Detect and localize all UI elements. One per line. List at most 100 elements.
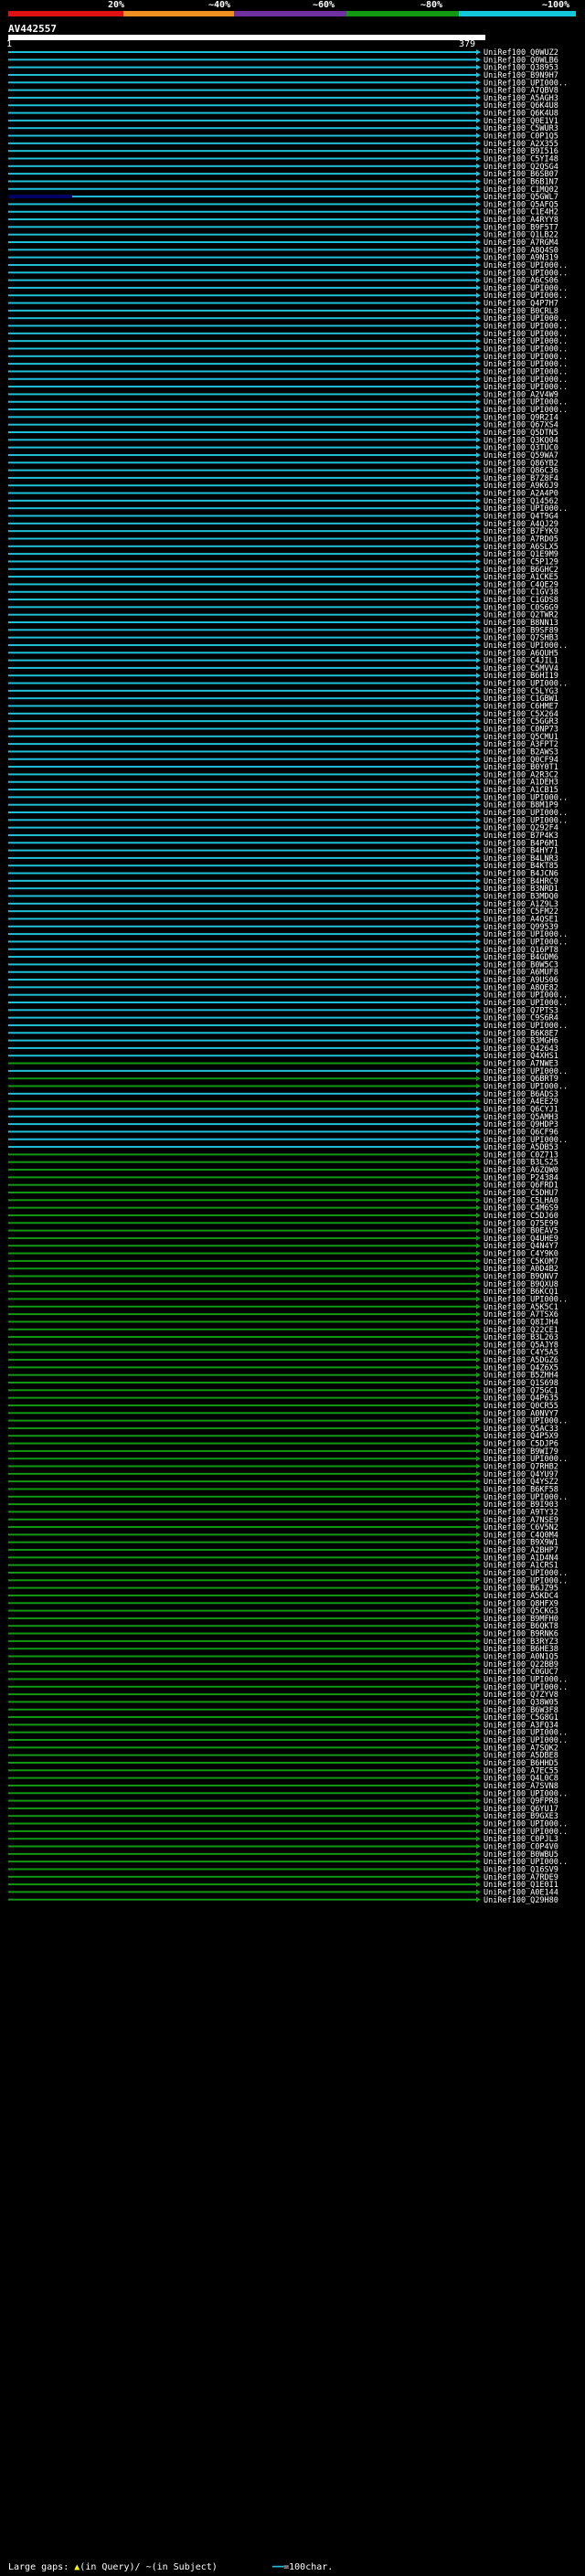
hit-row[interactable]: UniRef100_A5AGH3 xyxy=(8,94,558,103)
hit-row[interactable]: UniRef100_C4QE29 xyxy=(8,580,558,589)
hit-row[interactable]: UniRef100_Q0E1V1 xyxy=(8,117,558,126)
hit-bar[interactable] xyxy=(8,324,476,327)
hit-bar[interactable] xyxy=(8,142,476,144)
hit-bar[interactable] xyxy=(8,530,476,533)
hit-row[interactable]: UniRef100_A6CS06 xyxy=(8,277,558,286)
hit-row[interactable]: UniRef100_Q7RHB2 xyxy=(8,1463,558,1472)
hit-row[interactable]: UniRef100_Q86YB2 xyxy=(8,459,558,468)
hit-row[interactable]: UniRef100_Q6K4U8 xyxy=(8,101,558,111)
hit-bar[interactable] xyxy=(8,484,476,487)
hit-row[interactable]: UniRef100_A7NWE3 xyxy=(8,1060,558,1069)
hit-bar[interactable] xyxy=(8,173,476,175)
hit-bar[interactable] xyxy=(8,1009,476,1012)
hit-row[interactable]: UniRef100_A5DB53 xyxy=(8,1143,558,1152)
hit-row[interactable]: UniRef100_Q6CF96 xyxy=(8,1128,558,1137)
hit-bar[interactable] xyxy=(8,689,476,692)
hit-row[interactable]: UniRef100_C5WUR3 xyxy=(8,124,558,133)
hit-bar[interactable] xyxy=(8,1829,476,1832)
hit-bar[interactable] xyxy=(8,1259,476,1262)
hit-row[interactable]: UniRef100_Q38953 xyxy=(8,64,558,73)
hit-row[interactable]: UniRef100_A5DGZ6 xyxy=(8,1356,558,1365)
hit-bar[interactable] xyxy=(8,302,476,304)
hit-row[interactable]: UniRef100_A1Z9L3 xyxy=(8,900,558,909)
hit-row[interactable]: UniRef100_Q29H80 xyxy=(8,1896,558,1905)
hit-bar[interactable] xyxy=(8,963,476,966)
hit-bar[interactable] xyxy=(8,659,476,662)
hit-row[interactable]: UniRef100_Q4N4Y7 xyxy=(8,1242,558,1251)
hit-bar[interactable] xyxy=(8,674,476,677)
hit-bar[interactable] xyxy=(8,1055,476,1057)
hit-bar[interactable] xyxy=(8,1016,476,1019)
hit-row[interactable]: UniRef100_A2A4P0 xyxy=(8,490,558,499)
hit-bar[interactable] xyxy=(8,735,476,737)
hit-row[interactable]: UniRef100_A0E144 xyxy=(8,1888,558,1897)
hit-row[interactable]: UniRef100_B3RYZ3 xyxy=(8,1638,558,1647)
hit-bar[interactable] xyxy=(8,1807,476,1809)
hit-bar[interactable] xyxy=(8,119,476,122)
hit-bar[interactable] xyxy=(8,164,476,167)
hit-row[interactable]: UniRef100_B7Z8F4 xyxy=(8,474,558,483)
hit-bar[interactable] xyxy=(8,796,476,799)
hit-row[interactable]: UniRef100_C0S6G9 xyxy=(8,603,558,612)
hit-bar[interactable] xyxy=(8,1245,476,1247)
hit-bar[interactable] xyxy=(8,1868,476,1871)
hit-bar[interactable] xyxy=(8,150,476,153)
hit-row[interactable]: UniRef100_Q4YU97 xyxy=(8,1470,558,1479)
hit-row[interactable]: UniRef100_A7RDE9 xyxy=(8,1873,558,1882)
hit-row[interactable]: UniRef100_Q5GWL7 xyxy=(8,193,558,202)
hit-bar[interactable] xyxy=(8,1130,476,1133)
hit-bar[interactable] xyxy=(8,1716,476,1719)
hit-bar[interactable] xyxy=(8,492,476,494)
hit-row[interactable]: UniRef100_B6GHC2 xyxy=(8,566,558,575)
hit-row[interactable]: UniRef100_B9RNK6 xyxy=(8,1630,558,1639)
hit-bar[interactable] xyxy=(8,1784,476,1786)
hit-row[interactable]: UniRef100_Q9HDP3 xyxy=(8,1120,558,1129)
hit-row[interactable]: UniRef100_Q3KQ04 xyxy=(8,436,558,445)
hit-row[interactable]: UniRef100_C5G8G1 xyxy=(8,1713,558,1723)
hit-row[interactable]: UniRef100_B5ZHH4 xyxy=(8,1372,558,1381)
hit-row[interactable]: UniRef100_A9TY32 xyxy=(8,1508,558,1517)
hit-row[interactable]: UniRef100_A2R3C2 xyxy=(8,770,558,779)
hit-bar[interactable] xyxy=(8,1366,476,1369)
hit-row[interactable]: UniRef100_A2X355 xyxy=(8,140,558,149)
hit-row[interactable]: UniRef100_C5X264 xyxy=(8,710,558,719)
hit-bar[interactable] xyxy=(8,1313,476,1316)
hit-bar[interactable] xyxy=(8,773,476,776)
hit-bar[interactable] xyxy=(8,180,476,183)
hit-row[interactable]: UniRef100_B9SF89 xyxy=(8,626,558,635)
hit-bar[interactable] xyxy=(8,705,476,707)
hit-row[interactable]: UniRef100_Q1S698 xyxy=(8,1379,558,1388)
hit-bar[interactable] xyxy=(8,1723,476,1726)
hit-bar[interactable] xyxy=(8,1488,476,1490)
hit-bar[interactable] xyxy=(8,1838,476,1840)
hit-row[interactable]: UniRef100_A6QUH5 xyxy=(8,649,558,658)
hit-bar[interactable] xyxy=(8,948,476,950)
hit-bar[interactable] xyxy=(8,780,476,783)
hit-row[interactable]: UniRef100_Q67XS4 xyxy=(8,421,558,430)
hit-row[interactable]: UniRef100_C1E4H2 xyxy=(8,208,558,217)
hit-bar[interactable] xyxy=(8,1648,476,1650)
hit-row[interactable]: UniRef100_A0N1Q5 xyxy=(8,1653,558,1662)
hit-bar[interactable] xyxy=(8,1298,476,1300)
hit-row[interactable]: UniRef100_B6HI19 xyxy=(8,672,558,681)
hit-row[interactable]: UniRef100_C5DJ60 xyxy=(8,1212,558,1221)
hit-bar[interactable] xyxy=(8,910,476,913)
hit-bar[interactable] xyxy=(8,1328,476,1330)
hit-row[interactable]: UniRef100_B0WBU5 xyxy=(8,1850,558,1860)
hit-bar[interactable] xyxy=(8,1731,476,1733)
hit-row[interactable]: UniRef100_A7RD05 xyxy=(8,535,558,544)
hit-row[interactable]: UniRef100_B3MDQ0 xyxy=(8,893,558,902)
hit-row[interactable]: UniRef100_C5FM22 xyxy=(8,907,558,917)
hit-row[interactable]: UniRef100_Q99539 xyxy=(8,923,558,932)
hit-bar[interactable] xyxy=(8,1541,476,1543)
hit-row[interactable]: UniRef100_A1D4N4 xyxy=(8,1553,558,1563)
hit-row[interactable]: UniRef100_Q5CKG3 xyxy=(8,1607,558,1617)
hit-row[interactable]: UniRef100_C1GDS8 xyxy=(8,596,558,605)
hit-bar[interactable] xyxy=(8,1419,476,1422)
hit-bar[interactable] xyxy=(8,1586,476,1589)
hit-row[interactable]: UniRef100_A4QJ29 xyxy=(8,520,558,529)
hit-row[interactable]: UniRef100_B6HHD5 xyxy=(8,1759,558,1768)
hit-row[interactable]: UniRef100_Q0CR55 xyxy=(8,1402,558,1411)
hit-row[interactable]: UniRef100_A7SQK2 xyxy=(8,1744,558,1753)
hit-row[interactable]: UniRef100_Q2TWR2 xyxy=(8,611,558,620)
